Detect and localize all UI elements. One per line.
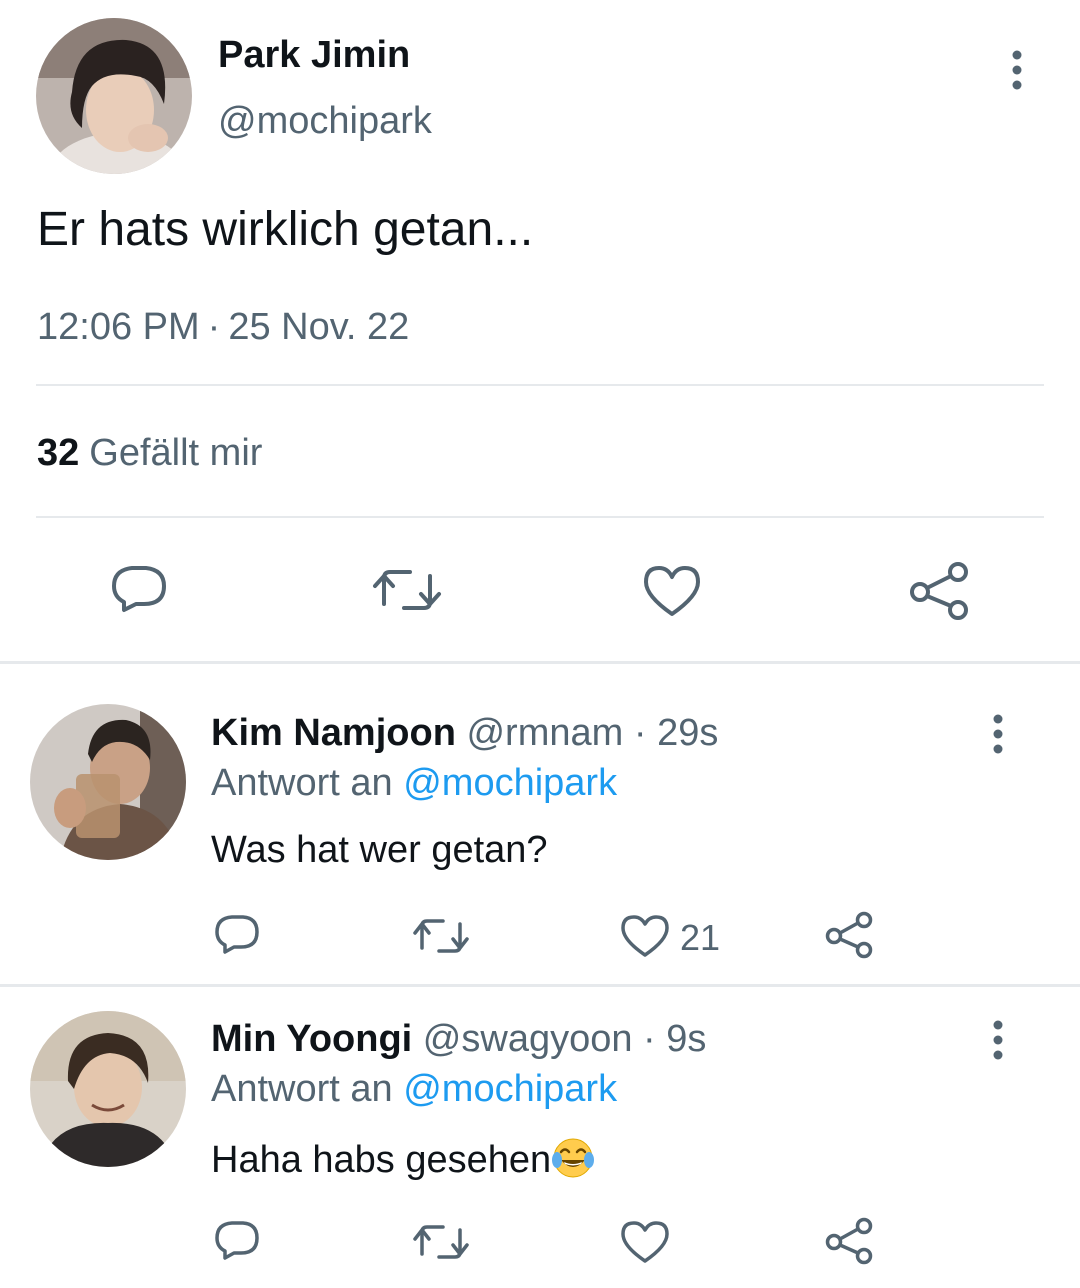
- more-options-icon[interactable]: [1000, 48, 1034, 92]
- reply-icon[interactable]: [110, 562, 168, 618]
- likes-summary[interactable]: 32 Gefällt mir: [37, 432, 262, 475]
- reply-text: Was hat wer getan?: [211, 829, 548, 871]
- reply-author-handle[interactable]: @rmnam: [466, 712, 623, 754]
- reply-icon[interactable]: [214, 912, 260, 958]
- reply-mention-link[interactable]: @mochipark: [403, 1068, 617, 1110]
- tweet-date: 25 Nov. 22: [228, 306, 410, 348]
- likes-count: 32: [37, 432, 80, 474]
- likes-label: Gefällt mir: [89, 432, 263, 474]
- more-options-icon[interactable]: [983, 1018, 1013, 1062]
- share-icon[interactable]: [824, 910, 874, 960]
- like-icon[interactable]: [620, 1220, 670, 1264]
- tweet-text: Er hats wirklich getan...: [37, 203, 534, 256]
- reply-separator: ·: [633, 712, 647, 754]
- reply-prefix: Antwort an: [211, 1068, 393, 1110]
- reply-context: Antwort an @mochipark: [211, 762, 617, 805]
- author-avatar[interactable]: [36, 18, 192, 174]
- reply-context: Antwort an @mochipark: [211, 1068, 617, 1111]
- reply-author-handle[interactable]: @swagyoon: [423, 1018, 633, 1060]
- reply-prefix: Antwort an: [211, 762, 393, 804]
- retweet-icon[interactable]: [412, 1222, 470, 1262]
- reply-author-name[interactable]: Kim Namjoon: [211, 712, 456, 754]
- timestamp-separator: ·: [207, 306, 221, 348]
- reply-header: Min Yoongi @swagyoon · 9s: [211, 1018, 706, 1061]
- reply-mention-link[interactable]: @mochipark: [403, 762, 617, 804]
- like-icon[interactable]: [642, 564, 702, 618]
- tweet-timestamp[interactable]: 12:06 PM · 25 Nov. 22: [37, 306, 409, 349]
- like-icon[interactable]: [620, 914, 670, 958]
- reply-text-row: Haha habs gesehen: [211, 1136, 595, 1182]
- reply-time[interactable]: 29s: [657, 712, 718, 754]
- retweet-icon[interactable]: [412, 916, 470, 956]
- author-handle[interactable]: @mochipark: [218, 100, 432, 143]
- reply-like-count: 21: [680, 917, 721, 958]
- reply-avatar[interactable]: [30, 704, 186, 860]
- reply-header: Kim Namjoon @rmnam · 29s: [211, 712, 718, 755]
- share-icon[interactable]: [824, 1216, 874, 1266]
- share-icon[interactable]: [908, 560, 970, 622]
- tweet-time: 12:06 PM: [37, 306, 200, 348]
- reply-separator: ·: [643, 1018, 656, 1060]
- retweet-icon[interactable]: [372, 566, 442, 614]
- author-name[interactable]: Park Jimin: [218, 34, 410, 77]
- divider: [36, 384, 1044, 386]
- reply-avatar[interactable]: [30, 1011, 186, 1167]
- reply-author-name[interactable]: Min Yoongi: [211, 1018, 412, 1060]
- reply-icon[interactable]: [214, 1218, 260, 1264]
- reply-time[interactable]: 9s: [666, 1018, 706, 1060]
- section-divider: [0, 661, 1080, 664]
- more-options-icon[interactable]: [983, 712, 1013, 756]
- tears-of-joy-emoji-icon: [551, 1136, 595, 1180]
- divider: [36, 516, 1044, 518]
- section-divider: [0, 984, 1080, 987]
- reply-text: Haha habs gesehen: [211, 1139, 552, 1181]
